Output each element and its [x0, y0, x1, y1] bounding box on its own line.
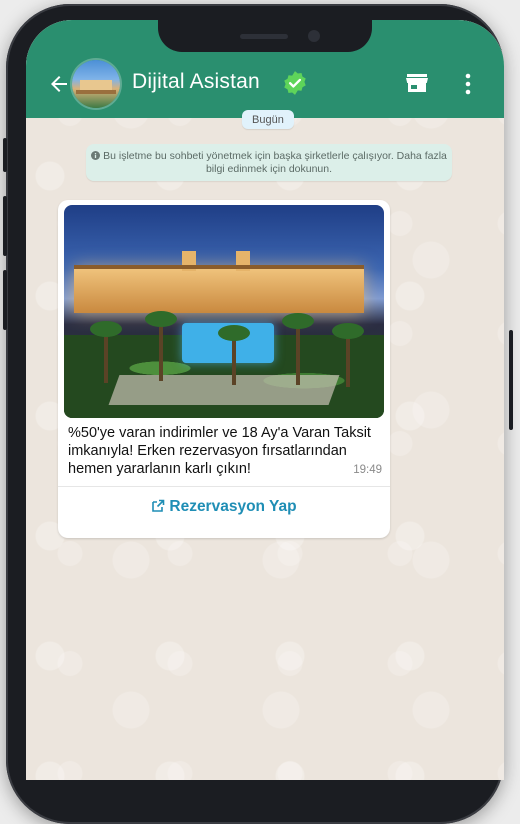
hotel-image[interactable]: [64, 205, 384, 418]
avatar[interactable]: [72, 60, 120, 108]
date-separator: Bugün: [242, 110, 294, 129]
volume-button: [3, 196, 7, 256]
reservation-button[interactable]: Rezervasyon Yap: [58, 498, 390, 516]
verified-check-icon: [284, 71, 306, 95]
more-vert-icon[interactable]: [464, 72, 472, 96]
store-icon[interactable]: [405, 72, 429, 94]
reservation-button-label: Rezervasyon Yap: [169, 498, 297, 515]
phone-notch: [158, 20, 372, 52]
info-icon: [91, 151, 101, 160]
chat-screen: Dijital Asistan Bugün Bu işletme bu sohb…: [26, 20, 504, 780]
bubble-divider: [58, 486, 390, 487]
back-arrow-icon[interactable]: [46, 72, 72, 96]
phone-frame: Dijital Asistan Bugün Bu işletme bu sohb…: [6, 4, 504, 824]
volume-button: [3, 270, 7, 330]
business-notice[interactable]: Bu işletme bu sohbeti yönetmek için başk…: [86, 144, 452, 181]
message-text: %50'ye varan indirimler ve 18 Ay'a Varan…: [68, 425, 371, 477]
contact-name[interactable]: Dijital Asistan: [132, 70, 260, 94]
business-notice-text: Bu işletme bu sohbeti yönetmek için başk…: [103, 150, 447, 175]
external-link-icon: [152, 499, 165, 512]
message-timestamp: 19:49: [353, 464, 382, 476]
power-button: [509, 330, 513, 430]
volume-button: [3, 138, 7, 172]
message-bubble: %50'ye varan indirimler ve 18 Ay'a Varan…: [58, 200, 390, 538]
